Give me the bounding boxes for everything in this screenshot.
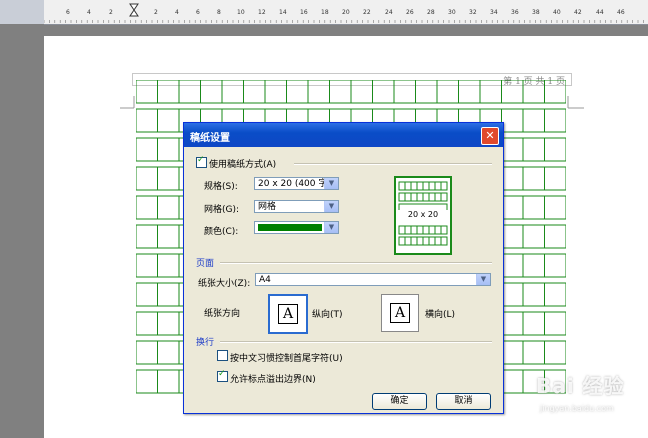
dialog-titlebar[interactable]: 稿纸设置 ✕ xyxy=(184,123,503,147)
ruler-number: 28 xyxy=(427,9,435,16)
page-section-label: 页面 xyxy=(196,259,215,269)
ruler-number: 18 xyxy=(321,9,329,16)
landscape-label: 横向(L) xyxy=(425,310,456,320)
grid-value: 网格 xyxy=(258,202,277,212)
left-margin-bar xyxy=(0,24,44,438)
color-label: 颜色(C): xyxy=(204,227,239,237)
horizontal-ruler[interactable]: 6 4 2 2 4 6 8 10 12 14 16 18 20 22 24 26 28 30 32 34 36 38 40 4… xyxy=(0,0,648,25)
landscape-page-icon: A xyxy=(390,303,410,323)
ruler-number: 12 xyxy=(258,9,266,16)
ruler-number: 22 xyxy=(363,9,371,16)
ruler-number: 10 xyxy=(237,9,245,16)
wrap-option-1-checkbox[interactable] xyxy=(217,350,228,361)
ruler-number: 14 xyxy=(279,9,287,16)
ruler-number: 2 xyxy=(154,9,158,16)
color-select[interactable]: ▼ xyxy=(254,221,339,234)
grid-preview-label: 20 x 20 xyxy=(398,210,448,219)
ok-button[interactable]: 确定 xyxy=(372,393,427,410)
ruler-number: 6 xyxy=(196,9,200,16)
use-grid-checkbox[interactable] xyxy=(196,155,207,168)
spec-label: 规格(S): xyxy=(204,182,238,192)
watermark-url: jingyan.baidu.com xyxy=(540,404,614,413)
chevron-down-icon[interactable]: ▼ xyxy=(476,274,490,285)
grid-preview: 20 x 20 xyxy=(394,176,452,255)
ruler-number: 38 xyxy=(532,9,540,16)
orientation-label: 纸张方向 xyxy=(204,309,241,319)
wrap-option-1-label: 按中文习惯控制首尾字符(U) xyxy=(230,354,343,364)
ruler-corner xyxy=(0,0,44,24)
chevron-down-icon[interactable]: ▼ xyxy=(324,178,338,189)
indent-marker xyxy=(129,3,139,17)
ruler-number: 24 xyxy=(385,9,393,16)
ruler-number: 46 xyxy=(617,9,625,16)
landscape-button[interactable]: A xyxy=(381,294,419,332)
ruler-number: 30 xyxy=(448,9,456,16)
wrap-section-label: 换行 xyxy=(196,338,215,348)
ruler-number: 2 xyxy=(109,9,113,16)
ruler-number: 8 xyxy=(217,9,221,16)
paper-size-label: 纸张大小(Z): xyxy=(198,279,251,289)
ruler-number: 4 xyxy=(175,9,179,16)
portrait-label: 纵向(T) xyxy=(312,310,343,320)
ruler-number: 6 xyxy=(66,9,70,16)
color-swatch xyxy=(258,224,322,231)
wrap-option-2-checkbox[interactable] xyxy=(217,369,228,382)
ruler-number: 4 xyxy=(87,9,91,16)
portrait-button[interactable]: A xyxy=(268,294,308,334)
wrap-section-divider xyxy=(220,341,492,343)
cancel-button[interactable]: 取消 xyxy=(436,393,491,410)
use-grid-label: 使用稿纸方式(A) xyxy=(209,160,277,170)
ruler-scale[interactable]: 6 4 2 2 4 6 8 10 12 14 16 18 20 22 24 26 28 30 32 34 36 38 40 4… xyxy=(44,0,648,25)
ruler-number: 34 xyxy=(490,9,498,16)
ruler-number: 16 xyxy=(300,9,308,16)
close-button[interactable]: ✕ xyxy=(481,127,499,145)
ruler-number: 26 xyxy=(406,9,414,16)
portrait-page-icon: A xyxy=(278,304,298,324)
page-section-divider xyxy=(220,262,492,264)
grid-label: 网格(G): xyxy=(204,205,240,215)
chevron-down-icon[interactable]: ▼ xyxy=(324,201,338,212)
ruler-number: 42 xyxy=(574,9,582,16)
ruler-number: 40 xyxy=(553,9,561,16)
ruler-number: 36 xyxy=(511,9,519,16)
chevron-down-icon[interactable]: ▼ xyxy=(324,222,338,233)
paper-size-select[interactable]: A4 ▼ xyxy=(255,273,491,286)
paper-size-value: A4 xyxy=(259,275,271,285)
ruler-number: 20 xyxy=(342,9,350,16)
dialog-title: 稿纸设置 xyxy=(190,133,230,144)
watermark-logo: Bai 经验 xyxy=(536,374,625,398)
grid-select[interactable]: 网格 ▼ xyxy=(254,200,339,213)
use-grid-divider xyxy=(294,163,492,165)
manuscript-settings-dialog: 稿纸设置 ✕ 使用稿纸方式(A) 规格(S): 20 x 20 (400 字) … xyxy=(183,122,504,414)
ruler-number: 44 xyxy=(596,9,604,16)
spec-value: 20 x 20 (400 字) xyxy=(258,179,331,189)
wrap-option-2-label: 允许标点溢出边界(N) xyxy=(230,375,316,385)
close-icon: ✕ xyxy=(485,129,495,142)
ruler-number: 32 xyxy=(469,9,477,16)
spec-select[interactable]: 20 x 20 (400 字) ▼ xyxy=(254,177,339,190)
